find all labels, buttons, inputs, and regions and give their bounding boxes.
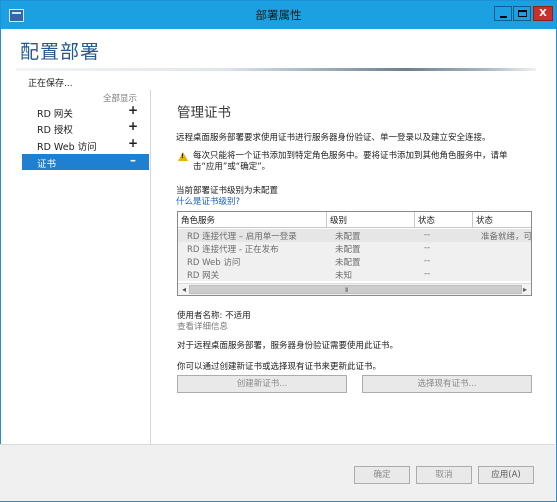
table-header: 角色服务 级别 状态 状态 xyxy=(178,212,531,228)
minimize-icon xyxy=(500,16,507,18)
create-certificate-button[interactable]: 创建新证书... xyxy=(177,375,347,393)
info-text-1: 对于远程桌面服务部署，服务器身份验证需要使用此证书。 xyxy=(177,341,399,351)
expand-icon: + xyxy=(127,136,139,150)
sidebar-item-rd-web-access[interactable]: RD Web 访问 + xyxy=(22,136,149,153)
column-header-state[interactable]: 状态 xyxy=(418,214,435,226)
header-divider xyxy=(16,68,536,71)
sidebar-item-label: RD 授权 xyxy=(37,125,73,136)
minimize-button[interactable] xyxy=(494,6,512,21)
sidebar-section-label: 正在保存... xyxy=(28,79,73,89)
cell-state: -- xyxy=(424,243,431,253)
cell-level: 未配置 xyxy=(335,245,361,255)
sidebar-divider xyxy=(150,90,151,444)
collapse-icon: – xyxy=(130,153,136,167)
grip-icon: III xyxy=(345,287,348,294)
cell-state: -- xyxy=(424,230,431,240)
cell-role: RD 连接代理 – 启用单一登录 xyxy=(187,232,297,242)
sidebar-item-rd-licensing[interactable]: RD 授权 + xyxy=(22,119,149,136)
page-title: 配置部署 xyxy=(20,41,101,63)
maximize-button[interactable] xyxy=(513,6,531,21)
select-certificate-button[interactable]: 选择现有证书... xyxy=(362,375,532,393)
ok-button[interactable]: 确定 xyxy=(354,466,410,484)
cell-level: 未配置 xyxy=(335,232,361,242)
scrollbar-thumb[interactable]: III xyxy=(189,285,522,294)
column-divider xyxy=(414,212,415,227)
role-services-table[interactable]: 角色服务 级别 状态 状态 RD 连接代理 – 启用单一登录 未配置 -- 准备… xyxy=(177,211,532,296)
section-heading: 管理证书 xyxy=(177,105,231,121)
column-header-role[interactable]: 角色服务 xyxy=(181,214,215,226)
info-text-2: 你可以通过创建新证书或选择现有证书来更新此证书。 xyxy=(177,362,382,372)
table-row[interactable]: RD Web 访问 未配置 -- xyxy=(178,255,531,268)
scroll-left-icon[interactable]: ◂ xyxy=(179,285,189,295)
cell-status: 准备就绪，可 xyxy=(481,232,532,242)
expand-icon: + xyxy=(127,103,139,117)
apply-button[interactable]: 应用(A) xyxy=(478,466,534,484)
cell-state: -- xyxy=(424,256,431,266)
close-icon: X xyxy=(539,8,547,19)
cell-role: RD 连接代理 - 正在发布 xyxy=(187,245,279,255)
cell-role: RD 网关 xyxy=(187,271,220,281)
sidebar-item-certificates[interactable]: 证书 – xyxy=(22,153,149,170)
cancel-button[interactable]: 取消 xyxy=(416,466,472,484)
warning-text: 每次只能将一个证书添加到特定角色服务中。要将证书添加到其他角色服务中，请单击“应… xyxy=(193,151,508,172)
window-title: 部署属性 xyxy=(255,8,302,22)
cell-level: 未配置 xyxy=(335,258,361,268)
sidebar-item-rd-gateway[interactable]: RD 网关 + xyxy=(22,103,149,120)
table-row[interactable]: RD 连接代理 - 正在发布 未配置 -- xyxy=(178,242,531,255)
cell-level: 未知 xyxy=(335,271,353,281)
column-header-status[interactable]: 状态 xyxy=(476,214,493,226)
title-bar[interactable]: 部署属性 X xyxy=(1,1,556,29)
sidebar-item-label: 证书 xyxy=(37,159,57,170)
column-divider xyxy=(326,212,327,227)
column-header-level[interactable]: 级别 xyxy=(330,214,347,226)
column-divider xyxy=(472,212,473,227)
cell-state: -- xyxy=(424,269,431,279)
sidebar-item-label: RD 网关 xyxy=(37,109,73,120)
scroll-right-icon[interactable]: ▸ xyxy=(520,285,530,295)
warning-icon xyxy=(178,152,188,161)
expand-icon: + xyxy=(127,119,139,133)
view-details-link[interactable]: 查看详细信息 xyxy=(177,320,228,332)
description-text: 远程桌面服务部署要求使用证书进行服务器身份验证、单一登录以及建立安全连接。 xyxy=(176,133,491,143)
cell-role: RD Web 访问 xyxy=(187,258,241,268)
table-row[interactable]: RD 网关 未知 -- xyxy=(178,268,531,281)
table-row[interactable]: RD 连接代理 – 启用单一登录 未配置 -- 准备就绪，可 xyxy=(178,229,531,242)
close-button[interactable]: X xyxy=(533,6,553,21)
maximize-icon xyxy=(518,10,527,17)
sidebar: 正在保存... 全部显示 RD 网关 + RD 授权 + RD Web 访问 +… xyxy=(0,72,150,444)
sidebar-item-label: RD Web 访问 xyxy=(37,142,97,153)
horizontal-scrollbar[interactable]: ◂ III ▸ xyxy=(178,283,531,295)
cert-level-link[interactable]: 什么是证书级别? xyxy=(176,195,240,207)
